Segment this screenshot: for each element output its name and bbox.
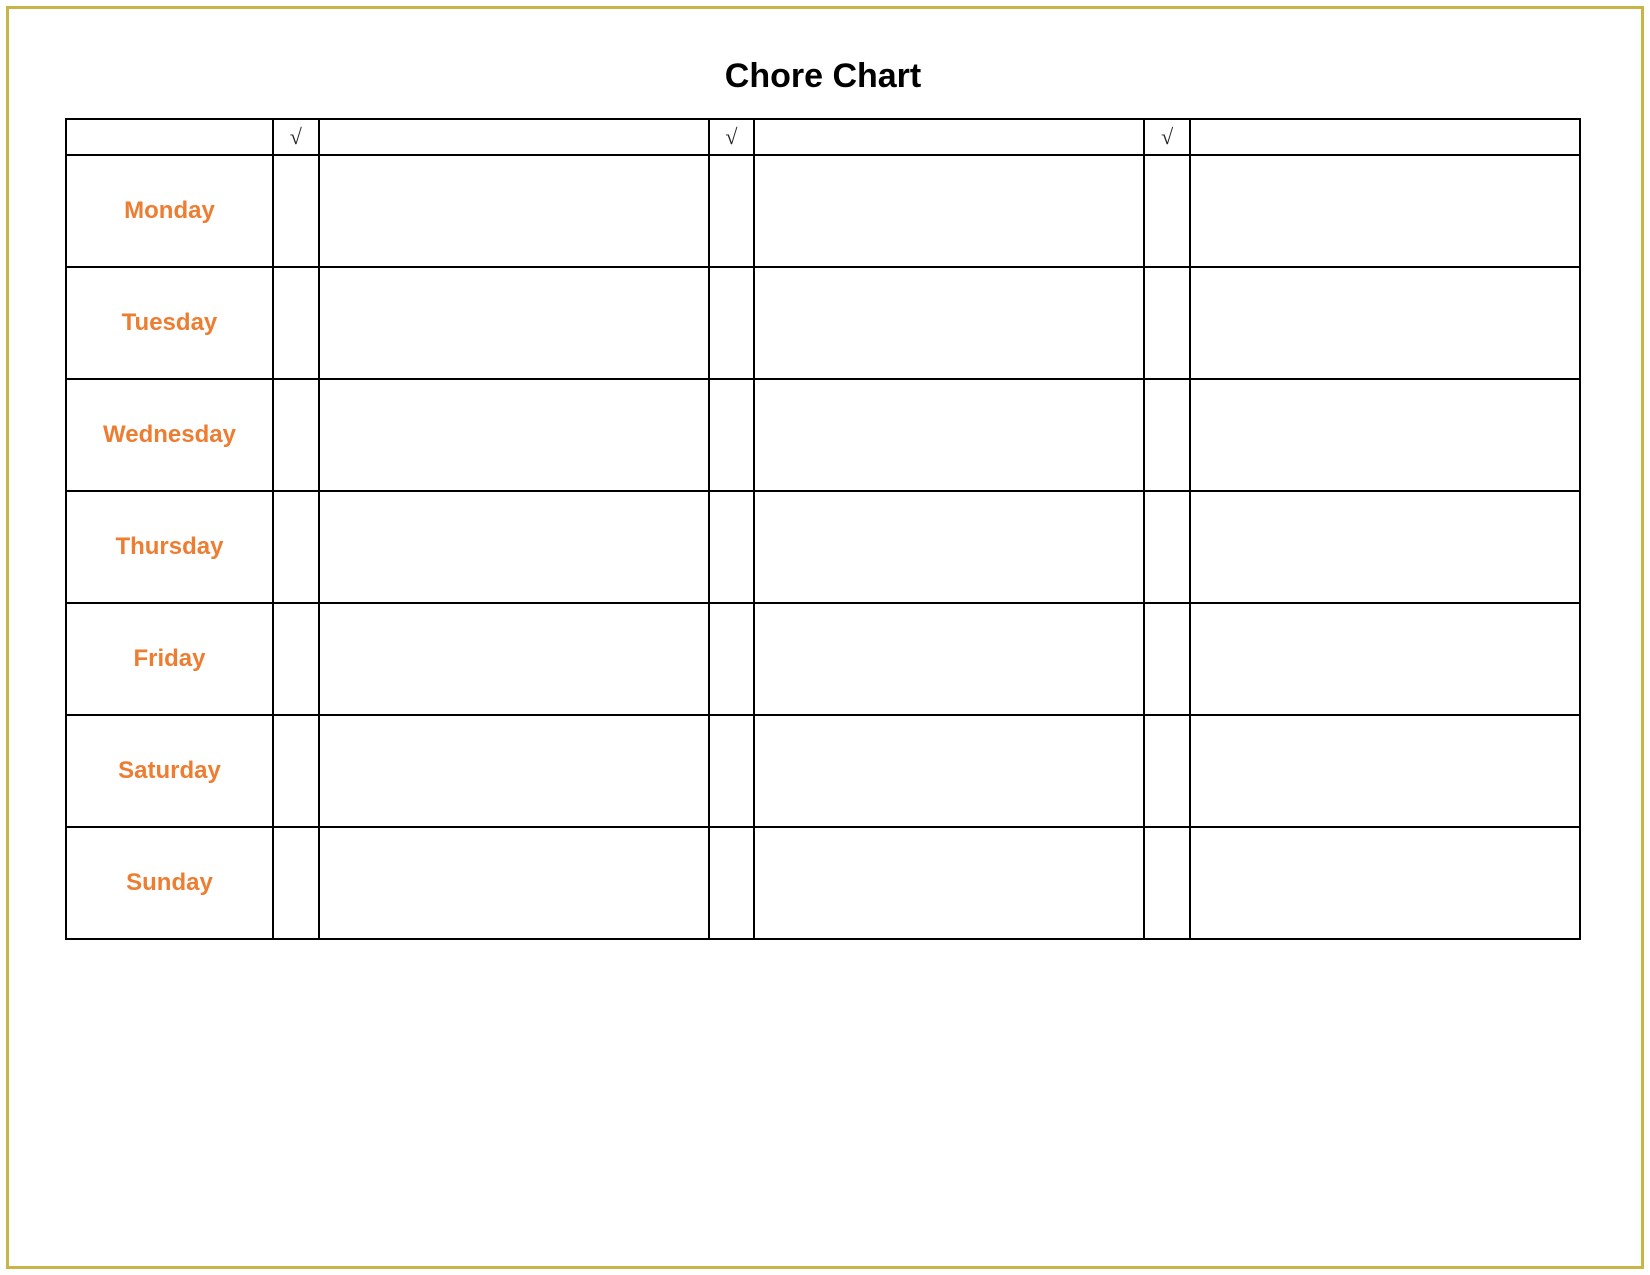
check-cell[interactable] — [273, 379, 319, 491]
day-label: Friday — [66, 603, 273, 715]
page-frame: Chore Chart √ √ √ Monday — [6, 6, 1644, 1269]
check-cell[interactable] — [1144, 267, 1190, 379]
check-cell[interactable] — [1144, 491, 1190, 603]
task-cell[interactable] — [1190, 603, 1580, 715]
table-row: Thursday — [66, 491, 1580, 603]
task-cell[interactable] — [754, 827, 1144, 939]
task-cell[interactable] — [319, 715, 709, 827]
task-cell[interactable] — [754, 603, 1144, 715]
task-cell[interactable] — [319, 603, 709, 715]
header-task-1 — [319, 119, 709, 155]
task-cell[interactable] — [319, 155, 709, 267]
task-cell[interactable] — [754, 155, 1144, 267]
check-cell[interactable] — [709, 827, 755, 939]
task-cell[interactable] — [754, 267, 1144, 379]
day-label: Saturday — [66, 715, 273, 827]
header-task-2 — [754, 119, 1144, 155]
header-check-2: √ — [709, 119, 755, 155]
task-cell[interactable] — [319, 827, 709, 939]
table-row: Sunday — [66, 827, 1580, 939]
check-cell[interactable] — [1144, 155, 1190, 267]
check-cell[interactable] — [273, 715, 319, 827]
check-cell[interactable] — [1144, 715, 1190, 827]
task-cell[interactable] — [1190, 379, 1580, 491]
header-check-1: √ — [273, 119, 319, 155]
task-cell[interactable] — [319, 379, 709, 491]
chore-table: √ √ √ Monday Tuesday — [65, 118, 1581, 940]
table-row: Tuesday — [66, 267, 1580, 379]
task-cell[interactable] — [1190, 155, 1580, 267]
task-cell[interactable] — [754, 715, 1144, 827]
table-row: Wednesday — [66, 379, 1580, 491]
check-cell[interactable] — [709, 491, 755, 603]
header-task-3 — [1190, 119, 1580, 155]
task-cell[interactable] — [319, 267, 709, 379]
day-label: Tuesday — [66, 267, 273, 379]
check-cell[interactable] — [709, 155, 755, 267]
table-header-row: √ √ √ — [66, 119, 1580, 155]
check-cell[interactable] — [273, 827, 319, 939]
table-row: Saturday — [66, 715, 1580, 827]
check-cell[interactable] — [273, 603, 319, 715]
table-row: Friday — [66, 603, 1580, 715]
check-cell[interactable] — [1144, 379, 1190, 491]
header-blank — [66, 119, 273, 155]
task-cell[interactable] — [1190, 715, 1580, 827]
task-cell[interactable] — [754, 379, 1144, 491]
task-cell[interactable] — [319, 491, 709, 603]
page-title: Chore Chart — [65, 57, 1581, 96]
check-cell[interactable] — [709, 603, 755, 715]
day-label: Monday — [66, 155, 273, 267]
check-cell[interactable] — [1144, 603, 1190, 715]
task-cell[interactable] — [1190, 827, 1580, 939]
check-cell[interactable] — [1144, 827, 1190, 939]
check-cell[interactable] — [709, 379, 755, 491]
day-label: Thursday — [66, 491, 273, 603]
check-cell[interactable] — [273, 267, 319, 379]
header-check-3: √ — [1144, 119, 1190, 155]
day-label: Sunday — [66, 827, 273, 939]
check-cell[interactable] — [273, 491, 319, 603]
table-row: Monday — [66, 155, 1580, 267]
task-cell[interactable] — [1190, 267, 1580, 379]
check-cell[interactable] — [709, 267, 755, 379]
task-cell[interactable] — [754, 491, 1144, 603]
task-cell[interactable] — [1190, 491, 1580, 603]
check-cell[interactable] — [709, 715, 755, 827]
check-cell[interactable] — [273, 155, 319, 267]
day-label: Wednesday — [66, 379, 273, 491]
